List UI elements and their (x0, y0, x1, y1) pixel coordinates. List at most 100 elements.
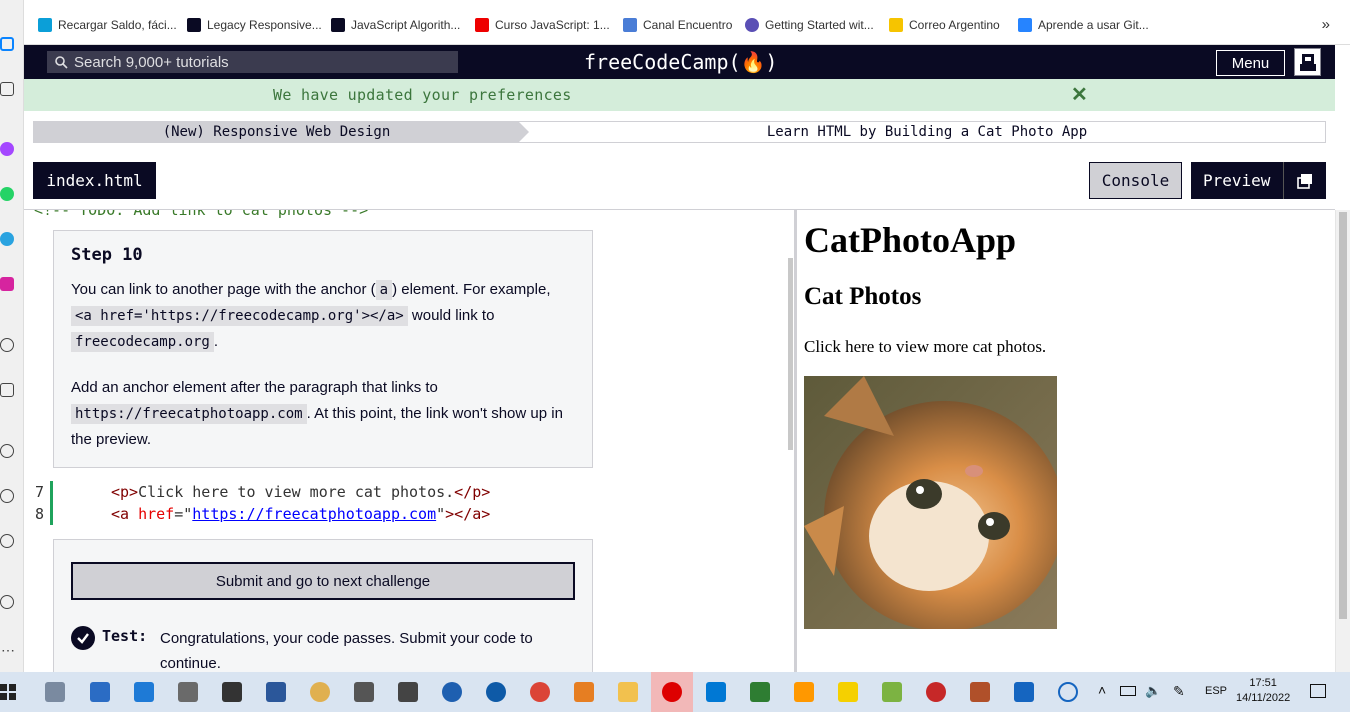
bookmark-recargar[interactable]: Recargar Saldo, fáci... (38, 18, 177, 32)
word-icon[interactable] (266, 682, 286, 702)
fcc-icon (187, 18, 201, 32)
bookmark-legacy[interactable]: Legacy Responsive... (187, 18, 322, 32)
settings-icon[interactable] (0, 534, 14, 548)
inline-code: https://freecatphotoapp.com (71, 404, 307, 424)
more-icon[interactable]: ⋯ (1, 642, 15, 659)
chevron-up-icon[interactable]: ˄ (1098, 682, 1106, 698)
globe-icon[interactable] (1058, 682, 1078, 702)
chrome-icon[interactable] (530, 682, 550, 702)
star-icon[interactable] (0, 82, 14, 96)
whatsapp-icon[interactable] (0, 187, 14, 201)
home-icon[interactable] (0, 37, 14, 51)
cat-photo (804, 376, 1057, 629)
user-avatar-icon (1299, 54, 1316, 71)
youtube-icon (475, 18, 489, 32)
fcc-logo[interactable]: freeCodeCamp(🔥) (584, 50, 777, 74)
bookmark-icon (745, 18, 759, 32)
lightbulb-icon[interactable] (0, 595, 14, 609)
app-icon[interactable] (90, 682, 110, 702)
bookmark-icon (38, 18, 52, 32)
submit-button[interactable]: Submit and go to next challenge (71, 562, 575, 600)
search-input[interactable]: Search 9,000+ tutorials (47, 51, 458, 73)
breadcrumb-block[interactable]: Learn HTML by Building a Cat Photo App (529, 122, 1325, 142)
line-change-marker (50, 481, 53, 503)
volume-icon[interactable]: 🔈 (1145, 683, 1161, 699)
app-icon[interactable] (45, 682, 65, 702)
flash-message: We have updated your preferences ✕ (24, 79, 1335, 111)
search-placeholder: Search 9,000+ tutorials (74, 53, 229, 71)
telegram-icon[interactable] (0, 232, 14, 246)
app-icon[interactable] (574, 682, 594, 702)
step-description: Step 10 You can link to another page wit… (53, 230, 593, 468)
opera-icon[interactable] (662, 682, 682, 702)
firefox-icon[interactable] (442, 682, 462, 702)
preview-button[interactable]: Preview (1191, 162, 1326, 199)
inline-code: freecodecamp.org (71, 332, 214, 352)
breadcrumb-superblock[interactable]: (New) Responsive Web Design (34, 122, 519, 142)
code-editor-pane: <!-- TODO: Add link to cat photos --> St… (24, 210, 794, 672)
calculator-icon[interactable] (178, 682, 198, 702)
battery-icon[interactable] (1120, 686, 1136, 696)
close-icon[interactable]: ✕ (1071, 82, 1088, 107)
bookmarks-more-icon[interactable]: » (1322, 16, 1330, 33)
fcc-navbar: Search 9,000+ tutorials freeCodeCamp(🔥) … (24, 45, 1335, 79)
app-icon[interactable] (970, 682, 990, 702)
notifications-icon[interactable] (1310, 684, 1326, 698)
avatar[interactable] (1294, 48, 1321, 76)
bookmark-js-algorithms[interactable]: JavaScript Algorith... (331, 18, 460, 32)
line-code: <p>Click here to view more cat photos.</… (111, 483, 491, 501)
app-icon[interactable] (134, 682, 154, 702)
app-icon[interactable] (398, 682, 418, 702)
bookmark-canal-encuentro[interactable]: Canal Encuentro (623, 18, 732, 32)
bookmark-curso-js[interactable]: Curso JavaScript: 1... (475, 18, 610, 32)
menu-button[interactable]: Menu (1216, 50, 1285, 76)
camera-icon[interactable] (354, 682, 374, 702)
paint-icon[interactable] (310, 682, 330, 702)
fcc-icon (331, 18, 345, 32)
bookmark-correo[interactable]: Correo Argentino (889, 18, 1000, 32)
player-icon[interactable] (0, 338, 14, 352)
breadcrumb: (New) Responsive Web Design Learn HTML b… (33, 121, 1326, 143)
preview-subheading: Cat Photos (804, 283, 922, 310)
history-icon[interactable] (0, 489, 14, 503)
pen-icon[interactable]: ✎ (1173, 683, 1185, 700)
app-icon[interactable] (882, 682, 902, 702)
start-icon[interactable] (0, 684, 16, 700)
instagram-icon[interactable] (0, 277, 14, 291)
code-line[interactable]: 8 <a href="https://freecatphotoapp.com">… (24, 503, 794, 525)
app-icon[interactable] (486, 682, 506, 702)
line-change-marker (50, 503, 53, 525)
scrollbar-thumb[interactable] (1339, 212, 1347, 619)
test-message: Congratulations, your code passes. Submi… (160, 630, 533, 672)
app-icon[interactable] (1014, 682, 1034, 702)
step-title: Step 10 (71, 245, 143, 265)
bookmark-git[interactable]: Aprende a usar Git... (1018, 18, 1149, 32)
app-icon[interactable] (926, 682, 946, 702)
inline-code: a (375, 280, 393, 300)
vscode-icon[interactable] (706, 682, 726, 702)
language-indicator[interactable]: ESP (1205, 685, 1227, 697)
heart-icon[interactable] (0, 444, 14, 458)
code-lines[interactable]: 7 <p>Click here to view more cat photos.… (24, 481, 794, 525)
sublime-icon[interactable] (794, 682, 814, 702)
send-icon[interactable] (0, 383, 14, 397)
editor-scrollbar[interactable] (788, 258, 793, 450)
messenger-icon[interactable] (0, 142, 14, 156)
bookmark-getting-started[interactable]: Getting Started wit... (745, 18, 874, 32)
breadcrumb-arrow (519, 122, 529, 142)
popout-icon[interactable] (1283, 162, 1326, 199)
step-paragraph-2: Add an anchor element after the paragrap… (71, 379, 563, 448)
app-icon[interactable] (750, 682, 770, 702)
app-icon[interactable] (838, 682, 858, 702)
clock[interactable]: 17:51 14/11/2022 (1236, 676, 1290, 706)
clock-date: 14/11/2022 (1236, 692, 1291, 704)
clock-time: 17:51 (1249, 677, 1277, 689)
code-line[interactable]: 7 <p>Click here to view more cat photos.… (24, 481, 794, 503)
tab-index-html[interactable]: index.html (33, 162, 156, 199)
test-label: Test: (102, 627, 148, 645)
app-icon[interactable] (222, 682, 242, 702)
preview-scrollbar[interactable] (1335, 210, 1350, 672)
browser-sidebar: ⋯ (0, 0, 24, 672)
console-button[interactable]: Console (1089, 162, 1182, 199)
file-explorer-icon[interactable] (618, 682, 638, 702)
